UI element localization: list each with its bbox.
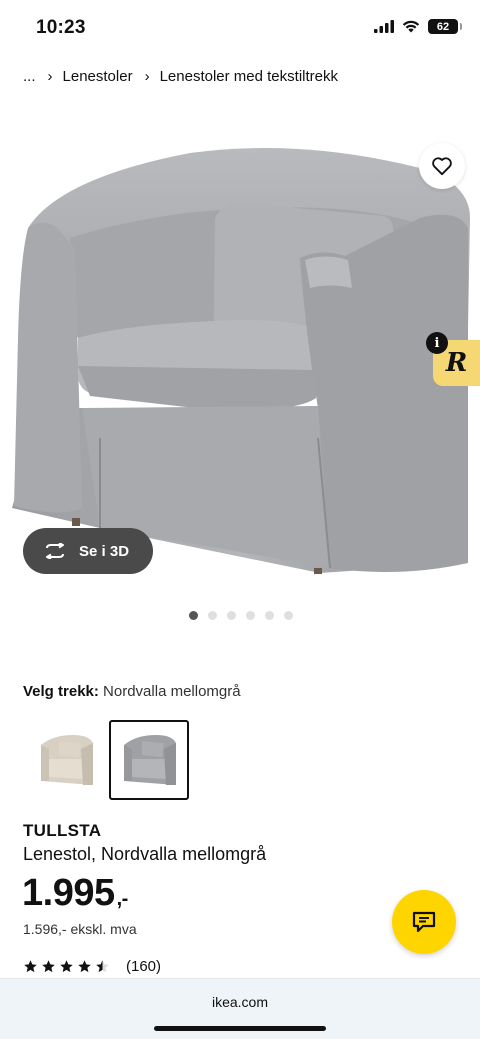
battery-level: 62 [436,20,450,33]
armchair-beige-thumbnail [41,735,93,785]
product-image[interactable] [0,108,480,598]
url-text[interactable]: ikea.com [0,994,480,1010]
product-name: TULLSTA [23,821,102,840]
view-3d-label: Se i 3D [79,542,130,560]
breadcrumb-tekstiltrekk[interactable]: Lenestoler med tekstiltrekk [160,68,338,85]
home-indicator[interactable] [154,1026,326,1031]
view-3d-button[interactable]: Se i 3D [23,528,153,574]
cover-label: Velg trekk: [23,683,99,700]
carousel-dot[interactable] [265,611,274,620]
star-half-icon [96,960,109,973]
star-icon [78,960,91,973]
status-icons: 62 [374,19,462,34]
product-description: Lenestol, Nordvalla mellomgrå [23,844,267,864]
carousel-dot[interactable] [284,611,293,620]
carousel-dot[interactable] [227,611,236,620]
price-value: 1.995 [22,872,115,914]
review-count: (160) [126,958,162,975]
chat-button[interactable] [392,890,456,954]
armchair-image [12,148,470,574]
chat-icon [412,911,436,933]
breadcrumb-lenestoler[interactable]: Lenestoler [63,68,133,85]
rotate-3d-icon [46,543,64,559]
rating-stars [23,959,110,974]
info-icon[interactable]: i [426,332,448,354]
chevron-right-icon: › [144,68,150,85]
cover-swatch-grey[interactable] [109,720,189,800]
status-time: 10:23 [36,17,86,38]
star-icon [24,960,37,973]
breadcrumb-ellipsis[interactable]: ... [23,68,36,85]
status-bar: 10:23 62 [0,0,480,56]
carousel-dot[interactable] [246,611,255,620]
cover-selector-label: Velg trekk: Nordvalla mellomgrå [23,683,241,700]
product-price: 1.995 ,- [22,872,128,915]
wifi-icon [402,20,420,33]
cover-value: Nordvalla mellomgrå [103,683,241,700]
price-suffix: ,- [116,888,129,910]
breadcrumb: ... › Lenestoler › Lenestoler med teksti… [23,68,338,85]
carousel-dot[interactable] [189,611,198,620]
heart-icon [432,157,452,176]
carousel-dot[interactable] [208,611,217,620]
armchair-grey-thumbnail [124,735,176,785]
star-icon [60,960,73,973]
battery-indicator: 62 [428,19,462,34]
carousel-dots [189,611,293,620]
browser-url-bar[interactable]: ikea.com [0,978,480,1039]
signal-icon [374,20,394,33]
plugin-logo-icon: R [445,348,468,378]
price-ex-vat: 1.596,- ekskl. mva [23,921,137,937]
cover-swatch-beige[interactable] [26,720,106,800]
favorite-button[interactable] [419,143,465,189]
product-rating[interactable]: (160) [23,958,161,975]
star-icon [42,960,55,973]
chevron-right-icon: › [47,68,53,85]
